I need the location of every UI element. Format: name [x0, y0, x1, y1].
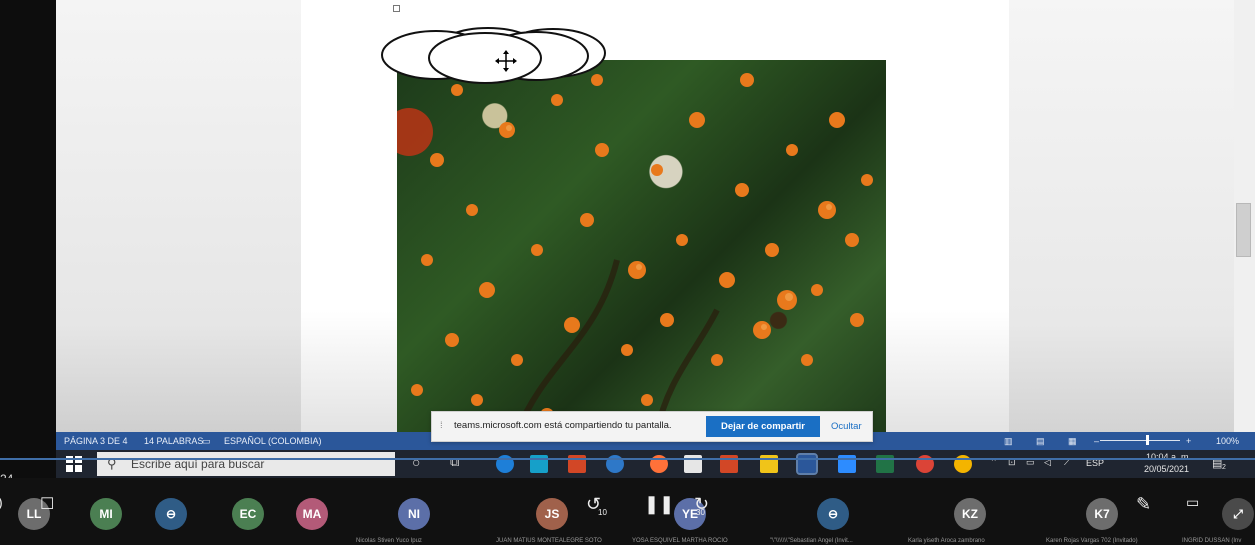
participant-name: YOSA ESQUIVEL MARTHA ROCIO: [632, 538, 728, 544]
expand-icon: ⤢: [1233, 507, 1243, 521]
participants-bar: LL MI ⊖ EC MA NI JS YE ⊖ KZ K7 Nicolas S…: [0, 478, 1255, 545]
participant-avatar[interactable]: KZ: [954, 498, 986, 530]
participant-avatar[interactable]: MA: [296, 498, 328, 530]
clock-date[interactable]: 20/05/2021: [1144, 464, 1189, 474]
participant-name: Karen Rojas Vargas 702 (Invitado): [1046, 538, 1138, 544]
participant-avatar[interactable]: MI: [90, 498, 122, 530]
participant-avatar[interactable]: JS: [536, 498, 568, 530]
document-scrollbar-thumb[interactable]: [1236, 203, 1251, 257]
shape-handle[interactable]: [393, 5, 400, 12]
rewind-seconds: 10: [598, 508, 607, 517]
orange-fruits: [397, 73, 873, 432]
document-background-left: [56, 0, 301, 432]
participant-name: INGRID DUSSAN (Inv: [1182, 538, 1242, 544]
hide-notification-button[interactable]: Ocultar: [825, 416, 865, 437]
proofing-icon[interactable]: ▭: [202, 436, 211, 447]
taskbar-search-box[interactable]: ⚲ Escribe aquí para buscar: [97, 452, 395, 476]
pen-icon[interactable]: ✎: [1136, 494, 1151, 515]
page-indicator[interactable]: PÁGINA 3 DE 4: [64, 436, 128, 446]
shared-screen: PÁGINA 3 DE 4 14 PALABRAS ▭ ESPAÑOL (COL…: [0, 0, 1255, 478]
playback-progress-bar[interactable]: [0, 458, 1255, 460]
participant-avatar[interactable]: EC: [232, 498, 264, 530]
zoom-out-icon[interactable]: –: [1094, 436, 1099, 446]
participant-avatar[interactable]: NI: [398, 498, 430, 530]
print-layout-icon[interactable]: ▤: [1036, 436, 1045, 447]
stop-sharing-button[interactable]: Dejar de compartir: [706, 416, 820, 437]
person-icon: ⊖: [165, 507, 177, 521]
drag-handle-icon[interactable]: ⁞: [440, 420, 443, 431]
person-icon: ⊖: [827, 507, 839, 521]
word-count[interactable]: 14 PALABRAS: [144, 436, 203, 446]
cloud-shapes[interactable]: [378, 20, 618, 90]
participant-avatar[interactable]: ⊖: [155, 498, 187, 530]
zoom-in-icon[interactable]: +: [1186, 436, 1191, 446]
clock-time[interactable]: 10:04 a. m.: [1146, 452, 1191, 462]
task-view-icon[interactable]: ⧉: [450, 454, 459, 470]
participant-name: Karla yiseth Aroca zambrano: [908, 538, 985, 544]
pause-icon[interactable]: ❚❚: [644, 494, 674, 515]
cortana-icon[interactable]: ○: [412, 454, 420, 470]
chat-icon[interactable]: ☐: [40, 494, 54, 514]
participant-name: Nicolas Stiven Yuco Ipuz: [356, 538, 422, 544]
participant-name: "\"\\\\\\\"Sebastian Angel (Invit...: [770, 538, 853, 544]
screen-share-notification: ⁞ teams.microsoft.com está compartiendo …: [431, 411, 873, 442]
participant-name: JUAN MATIUS MONTEALEGRE SOTO: [496, 538, 602, 544]
fullscreen-button[interactable]: ⤢: [1222, 498, 1254, 530]
read-mode-icon[interactable]: ▥: [1004, 436, 1013, 447]
caption-icon[interactable]: ▭: [1186, 494, 1199, 511]
web-layout-icon[interactable]: ▦: [1068, 436, 1077, 447]
system-tray: ⌃ ⊡ ▭ ◁ ⟋ ESP 10:04 a. m. 20/05/2021 ▤ 2: [986, 450, 1255, 478]
share-message: teams.microsoft.com está compartiendo tu…: [454, 420, 672, 431]
participant-avatar[interactable]: K7: [1086, 498, 1118, 530]
audio-icon[interactable]: ): [0, 494, 3, 510]
zoom-slider[interactable]: [1100, 440, 1180, 441]
document-background-right: [1009, 0, 1239, 432]
forward-seconds: 30: [696, 508, 705, 517]
notification-count: 2: [1222, 464, 1226, 471]
participant-avatar[interactable]: ⊖: [817, 498, 849, 530]
zoom-slider-thumb[interactable]: [1146, 435, 1149, 445]
language-indicator[interactable]: ESPAÑOL (COLOMBIA): [224, 436, 322, 446]
orange-tree-photo[interactable]: [397, 60, 886, 432]
zoom-level[interactable]: 100%: [1216, 436, 1239, 446]
windows-taskbar: ⚲ Escribe aquí para buscar ○ ⧉ ⌃ ⊡ ▭ ◁ ⟋…: [56, 450, 1255, 478]
